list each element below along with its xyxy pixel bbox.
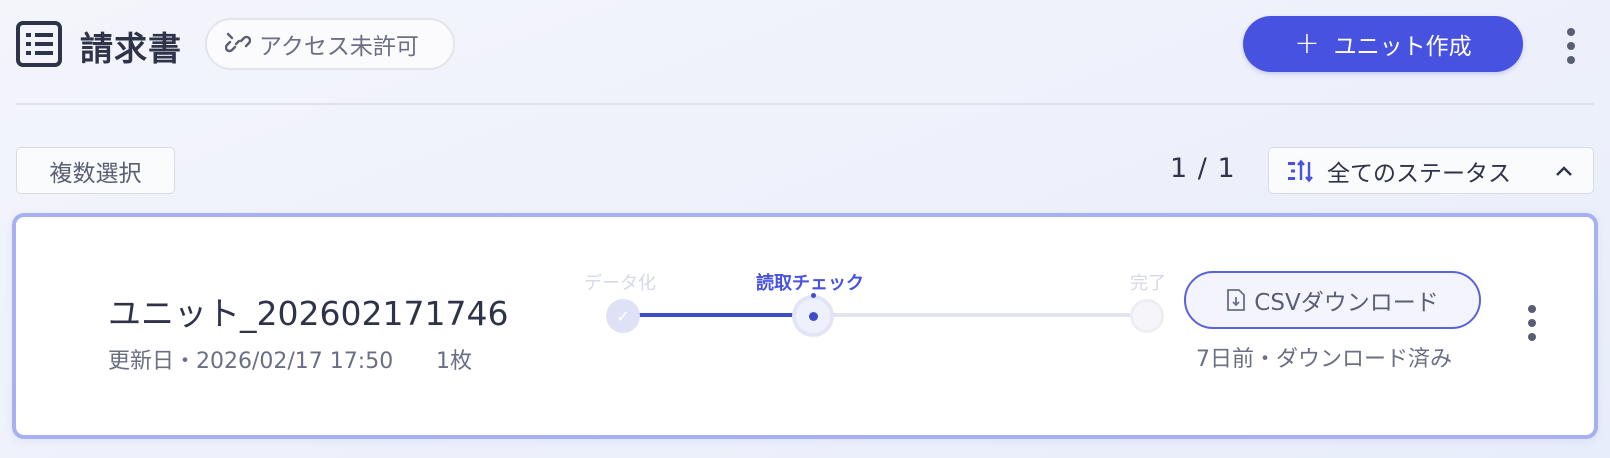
multi-select-label: 複数選択 — [49, 160, 142, 187]
link-broken-icon — [225, 32, 251, 53]
csv-download-button[interactable]: CSVダウンロード — [1184, 271, 1481, 329]
csv-download-label: CSVダウンロード — [1254, 290, 1439, 316]
create-unit-button[interactable]: + ユニット作成 — [1243, 16, 1523, 72]
plus-icon: + — [1294, 26, 1320, 61]
pagination-count: 1 / 1 — [1170, 153, 1236, 184]
sort-icon — [1288, 159, 1313, 182]
file-download-icon — [1227, 289, 1246, 311]
step-label-complete: 完了 — [1130, 273, 1166, 294]
unit-name[interactable]: ユニット_202602171746 — [108, 287, 508, 335]
list-document-icon — [16, 21, 62, 67]
header-divider — [16, 103, 1594, 105]
step-label-read-check: 読取チェック — [756, 273, 864, 294]
progress-line-remaining — [812, 313, 1152, 317]
step-label-data-conversion: データ化 — [584, 273, 656, 294]
access-status-label: アクセス未許可 — [259, 34, 419, 60]
unit-updated-date: 更新日・2026/02/17 17:50 — [108, 349, 394, 374]
page-title: 請求書 — [80, 29, 182, 68]
more-vertical-icon[interactable] — [1526, 305, 1538, 341]
check-icon: ✓ — [616, 306, 630, 326]
page-header: 請求書 アクセス未許可 + ユニット作成 — [0, 0, 1610, 104]
status-filter-dropdown[interactable]: 全てのステータス — [1268, 147, 1594, 194]
multi-select-button[interactable]: 複数選択 — [16, 147, 175, 194]
create-unit-label: ユニット作成 — [1333, 34, 1472, 60]
chevron-up-icon — [1556, 165, 1572, 176]
status-filter-label: 全てのステータス — [1327, 160, 1511, 187]
unit-card[interactable]: ユニット_202602171746 更新日・2026/02/17 17:50 1… — [12, 213, 1598, 439]
step-node-active — [792, 293, 834, 337]
csv-download-status: 7日前・ダウンロード済み — [1196, 347, 1452, 372]
step-node-completed: ✓ — [606, 299, 640, 333]
access-status-badge[interactable]: アクセス未許可 — [205, 18, 455, 70]
more-vertical-icon[interactable] — [1565, 28, 1577, 64]
step-node-pending — [1130, 299, 1164, 333]
progress-line-completed — [624, 313, 812, 317]
unit-page-count: 1枚 — [436, 349, 472, 374]
